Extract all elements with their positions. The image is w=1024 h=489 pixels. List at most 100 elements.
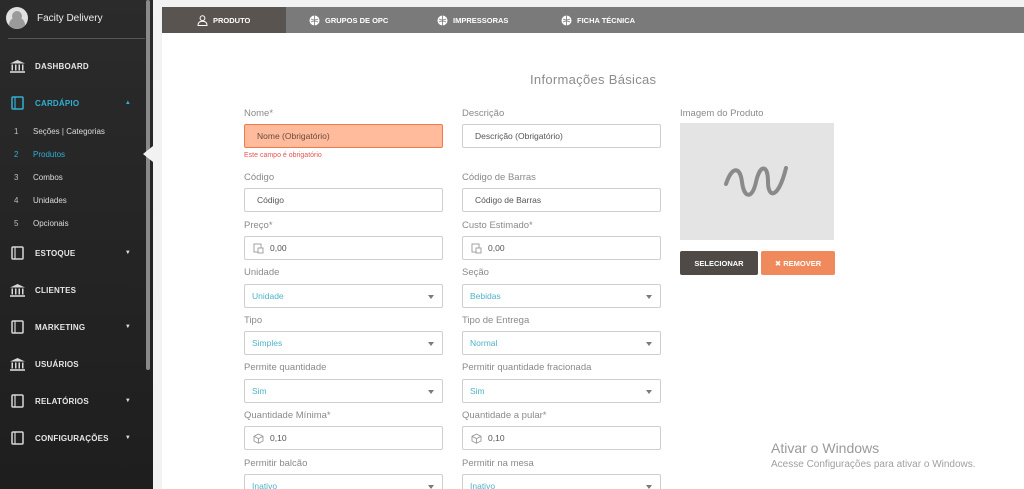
permitir-fracionada-value: Sim xyxy=(470,386,485,396)
secao-value: Bebidas xyxy=(470,291,501,301)
menu-label: RELATÓRIOS xyxy=(35,396,89,406)
tab-label: GRUPOS DE OPC xyxy=(325,15,389,25)
tipo-select[interactable]: Simples xyxy=(244,331,443,355)
permitir-balcao-value: Inativo xyxy=(252,481,278,489)
label-codigo: Código xyxy=(244,172,275,183)
submenu-label: Seções | Categorias xyxy=(33,126,105,136)
secao-select[interactable]: Bebidas xyxy=(462,284,661,308)
custo-input[interactable]: 0,00 xyxy=(462,236,661,260)
nome-input[interactable]: Nome (Obrigatório) xyxy=(244,124,443,148)
quantidade-pular-input[interactable]: 0,10 xyxy=(462,426,661,450)
label-permitir-mesa: Permitir na mesa xyxy=(462,458,534,469)
price-tag-icon xyxy=(471,243,482,254)
tipo-value: Simples xyxy=(252,338,283,348)
submenu-item-secoes[interactable]: 1 Seções | Categorias xyxy=(0,122,147,140)
descricao-input[interactable]: Descrição (Obrigatório) xyxy=(462,124,661,148)
book-icon xyxy=(9,431,25,445)
unidade-select[interactable]: Unidade xyxy=(244,284,443,308)
book-icon xyxy=(9,394,25,408)
tipo-entrega-value: Normal xyxy=(470,338,498,348)
caret-down-icon xyxy=(646,295,652,299)
submenu-number: 1 xyxy=(14,126,19,136)
chevron-down-icon: ▼ xyxy=(124,398,131,404)
price-tag-icon xyxy=(253,243,264,254)
menu-label: ESTOQUE xyxy=(35,248,76,258)
submenu-item-opcionais[interactable]: 5 Opcionais xyxy=(0,214,147,232)
menu-item-dashboard[interactable]: DASHBOARD xyxy=(0,54,147,78)
permitir-mesa-value: Inativo xyxy=(470,481,496,489)
menu-item-clientes[interactable]: CLIENTES xyxy=(0,278,147,302)
divider xyxy=(8,38,145,39)
permite-quantidade-select[interactable]: Sim xyxy=(244,379,443,403)
tab-impressoras[interactable]: IMPRESSORAS xyxy=(414,7,536,33)
product-image-placeholder[interactable] xyxy=(680,123,834,240)
section-title: Informações Básicas xyxy=(530,72,657,87)
label-secao: Seção xyxy=(462,267,489,278)
submenu-number: 4 xyxy=(14,195,19,205)
menu-item-relatorios[interactable]: RELATÓRIOS ▼ xyxy=(0,389,147,413)
submenu-item-produtos[interactable]: 2 Produtos xyxy=(0,145,147,163)
book-icon xyxy=(9,320,25,334)
permitir-mesa-select[interactable]: Inativo xyxy=(462,474,661,489)
permite-quantidade-value: Sim xyxy=(252,386,267,396)
submenu-item-unidades[interactable]: 4 Unidades xyxy=(0,191,147,209)
submenu-number: 5 xyxy=(14,218,19,228)
wave-icon xyxy=(724,165,788,197)
globe-icon xyxy=(436,14,448,26)
caret-down-icon xyxy=(428,390,434,394)
caret-down-icon xyxy=(428,295,434,299)
windows-activation-title: Ativar o Windows xyxy=(771,440,880,456)
menu-item-cardapio[interactable]: CARDÁPIO ▲ xyxy=(0,91,147,115)
menu-item-marketing[interactable]: MARKETING ▼ xyxy=(0,315,147,339)
codigo-barras-input[interactable]: Código de Barras xyxy=(462,188,661,212)
submenu-item-combos[interactable]: 3 Combos xyxy=(0,168,147,186)
label-quantidade-minima: Quantidade Mínima* xyxy=(244,410,331,421)
book-icon xyxy=(9,96,25,110)
quantidade-pular-value: 0,10 xyxy=(488,433,505,443)
unidade-value: Unidade xyxy=(252,291,284,301)
remove-image-button[interactable]: ✖ REMOVER xyxy=(761,251,835,275)
chevron-down-icon: ▼ xyxy=(124,250,131,256)
submenu-label: Produtos xyxy=(33,149,66,159)
menu-label: CARDÁPIO xyxy=(35,98,80,108)
quantidade-minima-input[interactable]: 0,10 xyxy=(244,426,443,450)
globe-icon xyxy=(308,14,320,26)
permitir-fracionada-select[interactable]: Sim xyxy=(462,379,661,403)
menu-item-usuarios[interactable]: USUÁRIOS xyxy=(0,352,147,376)
caret-down-icon xyxy=(428,485,434,489)
book-icon xyxy=(9,246,25,260)
submenu-number: 3 xyxy=(14,172,19,182)
custo-value: 0,00 xyxy=(488,243,505,253)
menu-item-estoque[interactable]: ESTOQUE ▼ xyxy=(0,241,147,265)
caret-down-icon xyxy=(646,342,652,346)
label-imagem: Imagem do Produto xyxy=(680,108,764,119)
submenu-number: 2 xyxy=(14,149,19,159)
tab-bar: PRODUTO GRUPOS DE OPC IMPRESSORAS FICHA … xyxy=(162,7,1024,33)
active-pointer xyxy=(143,146,153,162)
sidebar: Facity Delivery DASHBOARD CARDÁPIO ▲ 1 S… xyxy=(0,0,153,489)
menu-label: DASHBOARD xyxy=(35,61,89,71)
submenu-label: Combos xyxy=(33,172,63,182)
select-image-button[interactable]: SELECIONAR xyxy=(680,251,758,275)
caret-down-icon xyxy=(428,342,434,346)
tab-label: FICHA TÉCNICA xyxy=(577,15,636,25)
tab-grupos-opc[interactable]: GRUPOS DE OPC xyxy=(286,7,414,33)
label-codigo-barras: Código de Barras xyxy=(462,172,536,183)
label-unidade: Unidade xyxy=(244,267,280,278)
codigo-input[interactable]: Código xyxy=(244,188,443,212)
tab-label: IMPRESSORAS xyxy=(453,15,509,25)
permitir-balcao-select[interactable]: Inativo xyxy=(244,474,443,489)
tab-produto[interactable]: PRODUTO xyxy=(162,7,286,33)
menu-label: CONFIGURAÇÕES xyxy=(35,433,109,443)
menu-item-configuracoes[interactable]: CONFIGURAÇÕES ▼ xyxy=(0,426,147,450)
avatar[interactable] xyxy=(6,7,28,29)
tab-ficha-tecnica[interactable]: FICHA TÉCNICA xyxy=(536,7,666,33)
chevron-up-icon: ▲ xyxy=(124,100,131,106)
label-descricao: Descrição xyxy=(462,108,505,119)
label-preco: Preço* xyxy=(244,220,273,231)
tipo-entrega-select[interactable]: Normal xyxy=(462,331,661,355)
user-icon xyxy=(196,14,208,26)
preco-input[interactable]: 0,00 xyxy=(244,236,443,260)
brand: Facity Delivery xyxy=(0,0,153,36)
label-permite-quantidade: Permite quantidade xyxy=(244,362,327,373)
